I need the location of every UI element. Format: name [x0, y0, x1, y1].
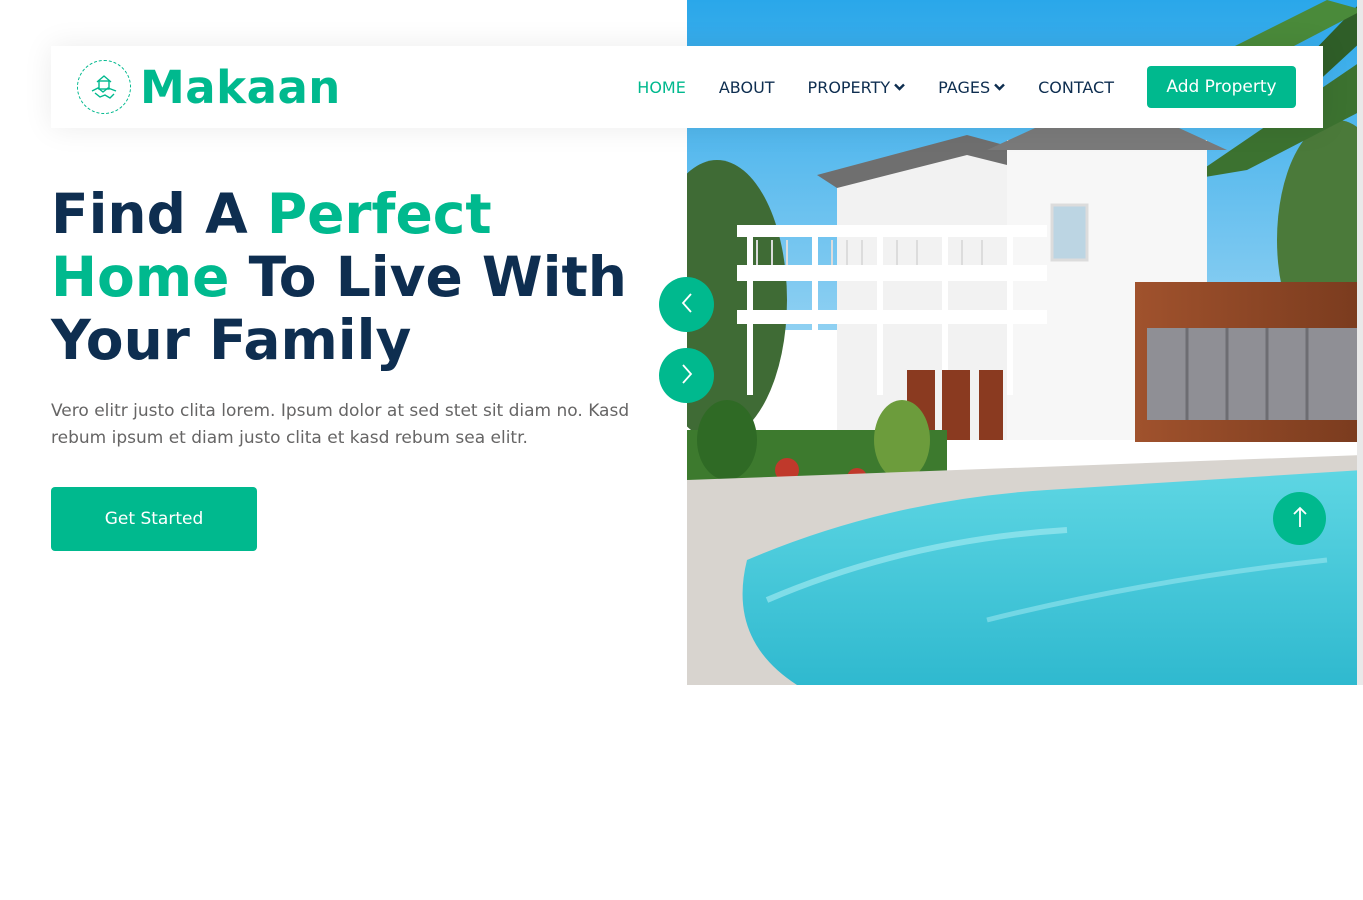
get-started-button[interactable]: Get Started — [51, 487, 257, 551]
carousel-prev-button[interactable] — [659, 277, 714, 332]
page: Makaan HOME ABOUT PROPERTY PAGES CONTACT… — [0, 0, 1363, 900]
nav-item-home[interactable]: HOME — [637, 78, 686, 97]
nav-item-label: PROPERTY — [807, 77, 891, 97]
nav-item-label: PAGES — [938, 77, 991, 97]
back-to-top-button[interactable] — [1273, 492, 1326, 545]
nav-item-label: ABOUT — [718, 77, 775, 97]
nav-item-pages[interactable]: PAGES — [938, 78, 1005, 97]
brand-name: Makaan — [140, 60, 341, 114]
nav-item-about[interactable]: ABOUT — [719, 78, 775, 97]
handshake-house-icon — [77, 60, 131, 114]
hero-description: Vero elitr justo clita lorem. Ipsum dolo… — [51, 401, 630, 448]
arrow-up-icon — [1292, 505, 1308, 533]
nav-item-contact[interactable]: CONTACT — [1038, 78, 1114, 97]
chevron-right-icon — [680, 363, 694, 389]
navbar: Makaan HOME ABOUT PROPERTY PAGES CONTACT… — [51, 46, 1323, 128]
carousel-next-button[interactable] — [659, 348, 714, 403]
nav-item-label: CONTACT — [1038, 77, 1114, 97]
nav-item-label: HOME — [637, 77, 686, 97]
chevron-down-icon — [894, 83, 906, 91]
hero-heading-part1: Find A — [51, 182, 267, 246]
chevron-left-icon — [680, 292, 694, 318]
nav-menu: HOME ABOUT PROPERTY PAGES CONTACT Add Pr… — [637, 46, 1296, 128]
chevron-down-icon — [994, 83, 1005, 91]
brand-logo[interactable]: Makaan — [77, 60, 341, 114]
add-property-button[interactable]: Add Property — [1147, 66, 1296, 108]
hero-heading: Find A Perfect Home To Live With Your Fa… — [51, 183, 651, 372]
nav-item-property[interactable]: PROPERTY — [808, 78, 906, 97]
